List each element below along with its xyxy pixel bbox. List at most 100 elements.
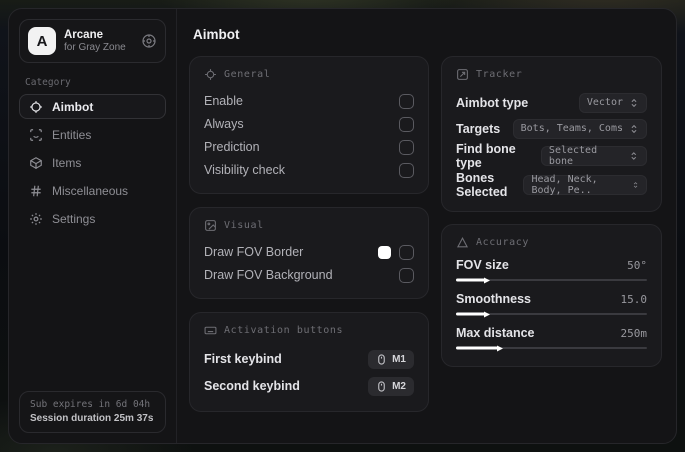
slider-row: FOV size 50° <box>456 258 647 284</box>
sidebar-item-miscellaneous[interactable]: Miscellaneous <box>19 178 166 203</box>
draw-fov-background-checkbox[interactable] <box>399 267 414 283</box>
find-bone-type-dropdown[interactable]: Selected bone <box>540 145 647 167</box>
enable-checkbox[interactable] <box>399 93 414 109</box>
keyboard-icon <box>204 324 217 337</box>
prediction-checkbox[interactable] <box>399 139 414 155</box>
activation-card: Activation buttons First keybind M1 Seco… <box>189 312 429 412</box>
setting-row: Targets Bots, Teams, Coms <box>456 116 647 141</box>
targets-dropdown[interactable]: Bots, Teams, Coms <box>512 118 647 139</box>
slider-fill <box>456 278 485 282</box>
game-backdrop: A Arcane for Gray Zone Category Aimbot E… <box>0 0 685 452</box>
slider-row: Max distance 250m <box>456 326 647 352</box>
dropdown-value: Selected bone <box>548 145 598 167</box>
app-window: A Arcane for Gray Zone Category Aimbot E… <box>8 8 677 444</box>
accuracy-title: Accuracy <box>476 237 529 248</box>
setting-row: Second keybind M2 <box>204 373 414 399</box>
sidebar-item-label: Entities <box>52 127 92 142</box>
chevrons-up-down-icon <box>629 124 639 134</box>
sidebar-item-settings[interactable]: Settings <box>19 206 166 231</box>
setting-row: Find bone type Selected bone <box>456 142 647 170</box>
setting-label: First keybind <box>204 352 282 366</box>
setting-label: Smoothness <box>456 292 532 306</box>
always-checkbox[interactable] <box>399 116 414 132</box>
keybind-value: M1 <box>392 353 406 365</box>
slider-fill <box>456 346 499 350</box>
crosshair-icon <box>29 100 43 114</box>
sub-expiry-text: Sub expires in 6d 04h <box>30 399 151 410</box>
setting-row: Visibility check <box>204 159 414 181</box>
mouse-icon <box>376 353 387 365</box>
tracker-card: Tracker Aimbot type Vector Targets Bots,… <box>441 56 662 212</box>
brand-card: A Arcane for Gray Zone <box>19 19 166 63</box>
visual-header: Visual <box>204 219 414 232</box>
tracker-header: Tracker <box>456 68 647 81</box>
visual-card: Visual Draw FOV Border Draw FOV Backgrou… <box>189 207 429 299</box>
activation-title: Activation buttons <box>224 325 344 336</box>
page-title: Aimbot <box>193 27 240 42</box>
sidebar-item-label: Settings <box>52 211 96 226</box>
first-keybind-button[interactable]: M1 <box>368 349 414 369</box>
left-column: General Enable Always Prediction Visibil… <box>189 56 429 412</box>
session-duration-text: Session duration 25m 37s <box>30 413 154 424</box>
dropdown-value: Vector <box>586 97 623 108</box>
setting-label: Draw FOV Background <box>204 268 333 282</box>
setting-row: Enable <box>204 90 414 112</box>
sidebar-item-label: Aimbot <box>52 99 94 114</box>
image-icon <box>204 219 217 232</box>
sidebar-item-aimbot[interactable]: Aimbot <box>19 94 166 119</box>
setting-label: Enable <box>204 94 243 108</box>
draw-fov-border-checkbox[interactable] <box>399 244 414 260</box>
setting-row: Draw FOV Border <box>204 241 414 263</box>
smoothness-value: 15.0 <box>620 292 648 306</box>
tracker-title: Tracker <box>476 69 523 80</box>
brand-text: Arcane for Gray Zone <box>64 28 133 55</box>
setting-label: Aimbot type <box>456 95 529 110</box>
sidebar-item-entities[interactable]: Entities <box>19 122 166 147</box>
slider-row: Smoothness 15.0 <box>456 292 647 318</box>
account-settings-icon[interactable] <box>141 33 157 49</box>
right-column: Tracker Aimbot type Vector Targets Bots,… <box>441 56 662 367</box>
max-distance-slider[interactable] <box>456 344 647 352</box>
setting-row: Bones Selected Head, Neck, Body, Pe.. <box>456 171 647 199</box>
general-title: General <box>224 69 271 80</box>
general-card: General Enable Always Prediction Visibil… <box>189 56 429 194</box>
sidebar-item-label: Miscellaneous <box>52 183 129 198</box>
general-header: General <box>204 68 414 81</box>
bones-selected-dropdown[interactable]: Head, Neck, Body, Pe.. <box>523 174 647 196</box>
smoothness-slider[interactable] <box>456 310 647 318</box>
package-icon <box>29 156 43 170</box>
sidebar-item-items[interactable]: Items <box>19 150 166 175</box>
sidebar-nav: Aimbot Entities Items Miscellaneous Sett… <box>9 94 176 231</box>
visual-title: Visual <box>224 220 264 231</box>
max-distance-value: 250m <box>620 326 648 340</box>
second-keybind-button[interactable]: M2 <box>368 376 414 396</box>
aimbot-type-dropdown[interactable]: Vector <box>578 92 647 113</box>
dropdown-value: Head, Neck, Body, Pe.. <box>531 174 598 196</box>
visibility-check-checkbox[interactable] <box>399 162 414 178</box>
fov-border-color-swatch[interactable] <box>378 245 391 259</box>
triangle-icon <box>456 236 469 249</box>
chevrons-up-down-icon <box>629 98 639 108</box>
setting-label: Max distance <box>456 326 535 340</box>
accuracy-header: Accuracy <box>456 236 647 249</box>
app-logo: A <box>28 27 56 55</box>
subscription-card: Sub expires in 6d 04h Session duration 2… <box>19 391 166 433</box>
keybind-value: M2 <box>392 380 406 392</box>
vector-route-icon <box>456 68 469 81</box>
category-label: Category <box>25 77 71 88</box>
setting-row: Always <box>204 113 414 135</box>
slider-fill <box>456 312 485 316</box>
hash-icon <box>29 184 43 198</box>
setting-row: First keybind M1 <box>204 346 414 372</box>
crosshair-icon <box>204 68 217 81</box>
gear-icon <box>29 212 43 226</box>
setting-label: Second keybind <box>204 379 300 393</box>
sidebar: A Arcane for Gray Zone Category Aimbot E… <box>9 9 177 443</box>
setting-row: Draw FOV Background <box>204 264 414 286</box>
app-name: Arcane <box>64 28 103 41</box>
activation-header: Activation buttons <box>204 324 414 337</box>
fov-size-slider[interactable] <box>456 276 647 284</box>
setting-label: Bones Selected <box>456 171 508 199</box>
setting-label: Targets <box>456 121 501 136</box>
